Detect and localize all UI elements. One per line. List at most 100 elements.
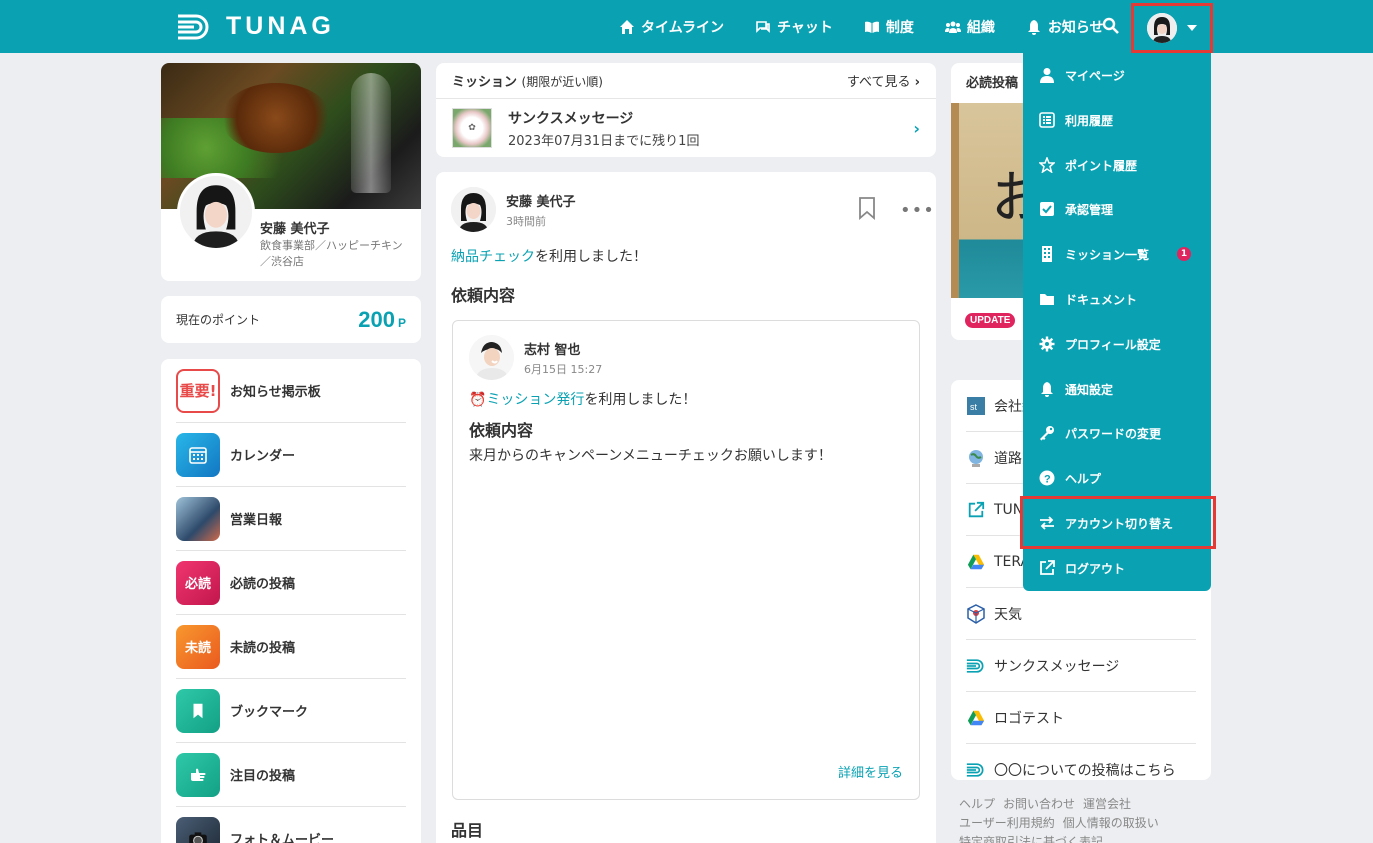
nav-timeline-label: タイムライン — [641, 19, 725, 36]
menu-item-label: お知らせ掲示板 — [230, 385, 321, 400]
footer-company-link[interactable]: 運営会社 — [1083, 797, 1131, 811]
footer-contact-link[interactable]: お問い合わせ — [1003, 797, 1075, 811]
menu-item-featured[interactable]: 注目の投稿 — [176, 743, 406, 807]
post-author-avatar[interactable] — [451, 187, 496, 232]
dropdown-item-point-history[interactable]: ポイント履歴 — [1023, 143, 1211, 187]
quoted-text-suffix: を利用しました！ — [584, 392, 697, 408]
highlight-box — [1020, 496, 1216, 549]
menu-item-label: フォト＆ムービー — [230, 833, 335, 843]
dropdown-item-help[interactable]: ? ヘルプ — [1023, 456, 1211, 500]
bookmark-icon — [176, 688, 220, 733]
post-text: 納品チェックを利用しました！ — [451, 246, 647, 266]
menu-item-label: 必読の投稿 — [230, 577, 296, 592]
post-feature-link[interactable]: 納品チェック — [451, 249, 535, 265]
menu-item-calendar[interactable]: カレンダー — [176, 423, 406, 487]
more-options-icon[interactable]: ••• — [900, 200, 935, 221]
dropdown-item-profile-settings[interactable]: プロフィール設定 — [1023, 322, 1211, 366]
dropdown-item-documents[interactable]: ドキュメント — [1023, 277, 1211, 321]
link-item-logo-test[interactable]: ロゴテスト — [966, 692, 1196, 744]
link-item-posts-about[interactable]: 〇〇についての投稿はこちら — [966, 744, 1196, 780]
quoted-author-name[interactable]: 志村 智也 — [524, 339, 602, 358]
see-details-link[interactable]: 詳細を見る — [838, 762, 903, 781]
chevron-right-icon: › — [913, 118, 920, 138]
quoted-feature-link[interactable]: ミッション発行 — [486, 392, 584, 408]
dropdown-item-mission-list[interactable]: ミッション一覧 1 — [1023, 232, 1211, 276]
menu-item-unread[interactable]: 未読 未読の投稿 — [176, 615, 406, 679]
quoted-author-avatar-image — [469, 335, 514, 380]
must-read-icon: 必読 — [176, 560, 220, 605]
tunag-logo[interactable]: TUNAG — [176, 12, 335, 41]
post-heading: 依頼内容 — [451, 286, 516, 305]
points-label: 現在のポイント — [176, 313, 261, 327]
weather-icon — [966, 603, 986, 624]
footer-terms-link[interactable]: ユーザー利用規約 — [959, 816, 1055, 830]
link-item-thanks-message[interactable]: サンクスメッセージ — [966, 640, 1196, 692]
dropdown-item-label: ポイント履歴 — [1065, 158, 1138, 173]
points-unit: P — [397, 315, 406, 330]
footer-links: ヘルプ お問い合わせ 運営会社 ユーザー利用規約 個人情報の取扱い 特定商取引法に基づ… — [959, 795, 1167, 843]
dropdown-item-mypage[interactable]: マイページ — [1023, 53, 1211, 97]
nav-organization[interactable]: 組織 — [944, 17, 995, 37]
menu-item-must-read[interactable]: 必読 必読の投稿 — [176, 551, 406, 615]
help-icon: ? — [1039, 470, 1055, 486]
post-text-suffix: を利用しました！ — [535, 249, 647, 265]
mission-item[interactable]: ✿ サンクスメッセージ 2023年07月31日までに残り1回 › — [436, 99, 936, 157]
nav-timeline[interactable]: タイムライン — [619, 17, 724, 37]
dropdown-item-label: 承認管理 — [1065, 202, 1114, 217]
menu-item-daily-report[interactable]: 営業日報 — [176, 487, 406, 551]
quoted-text: ⏰ミッション発行を利用しました！ — [469, 389, 696, 409]
link-item-weather[interactable]: 天気 — [966, 588, 1196, 640]
chevron-right-icon: › — [914, 75, 920, 90]
see-all-label: すべて見る — [846, 75, 911, 90]
points-card[interactable]: 現在のポイント 200 P — [161, 296, 421, 343]
link-item-label: 〇〇についての投稿はこちら — [994, 763, 1176, 779]
svg-text:st: st — [970, 402, 978, 412]
user-icon — [1040, 68, 1054, 83]
quoted-post[interactable]: 志村 智也 6月15日 15:27 ⏰ミッション発行を利用しました！ 依頼内容 … — [452, 320, 920, 800]
dropdown-item-usage-history[interactable]: 利用履歴 — [1023, 98, 1211, 142]
dropdown-item-logout[interactable]: ログアウト — [1023, 546, 1211, 590]
mission-subtitle: (期限が近い順) — [521, 75, 603, 89]
mission-item-title: サンクスメッセージ — [508, 110, 634, 127]
bell-icon — [1027, 19, 1040, 35]
bookmark-icon[interactable] — [857, 196, 877, 220]
nav-system-label: 制度 — [885, 19, 914, 36]
profile-card[interactable]: 安藤 美代子 飲食事業部／ハッピーチキン／渋谷店 — [161, 63, 421, 281]
profile-avatar[interactable] — [177, 173, 255, 251]
post-author-name[interactable]: 安藤 美代子 — [506, 191, 576, 210]
list-icon — [1039, 112, 1055, 128]
menu-item-label: 未読の投稿 — [230, 641, 296, 656]
dropdown-item-notification-settings[interactable]: 通知設定 — [1023, 367, 1211, 411]
nav-notifications[interactable]: お知らせ — [1026, 17, 1104, 37]
quoted-heading: 依頼内容 — [469, 421, 534, 440]
tunag-icon — [966, 760, 986, 780]
footer-commerce-link[interactable]: 特定商取引法に基づく表記 — [959, 835, 1103, 843]
link-item-label: 天気 — [994, 606, 1022, 623]
external-link-icon — [1040, 560, 1055, 575]
daily-report-icon — [176, 496, 220, 541]
footer-help-link[interactable]: ヘルプ — [959, 797, 995, 811]
menu-item-label: 注目の投稿 — [230, 769, 296, 784]
dropdown-item-label: パスワードの変更 — [1065, 426, 1162, 441]
search-icon[interactable] — [1102, 17, 1120, 35]
nav-chat[interactable]: チャット — [755, 17, 833, 37]
dropdown-item-label: ログアウト — [1065, 561, 1126, 576]
svg-text:?: ? — [1044, 474, 1051, 486]
post-timestamp: 3時間前 — [506, 214, 546, 228]
footer-privacy-link[interactable]: 個人情報の取扱い — [1063, 816, 1159, 830]
menu-item-bulletin[interactable]: 重要! お知らせ掲示板 — [176, 359, 406, 423]
bell-icon — [1041, 382, 1053, 397]
nav-system[interactable]: 制度 — [864, 17, 914, 37]
dropdown-item-approval[interactable]: 承認管理 — [1023, 187, 1211, 231]
drive-icon — [966, 552, 986, 572]
unread-icon: 未読 — [176, 624, 220, 669]
menu-item-photo-movie[interactable]: フォト＆ムービー — [176, 807, 406, 843]
quoted-author-avatar[interactable] — [469, 335, 514, 380]
pointing-hand-icon — [176, 752, 220, 797]
user-menu-button[interactable] — [1131, 3, 1213, 53]
dropdown-item-change-password[interactable]: パスワードの変更 — [1023, 411, 1211, 455]
see-all-link[interactable]: すべて見る › — [847, 71, 920, 90]
calendar-icon — [176, 432, 220, 477]
quoted-body: 来月からのキャンペーンメニューチェックお願いします！ — [469, 448, 832, 464]
menu-item-bookmark[interactable]: ブックマーク — [176, 679, 406, 743]
